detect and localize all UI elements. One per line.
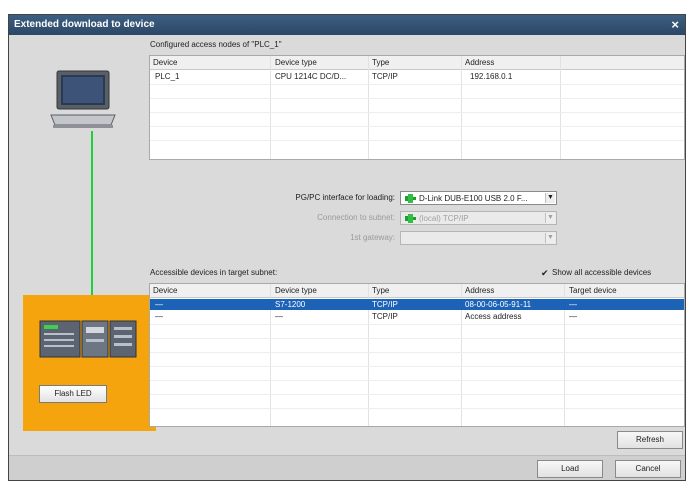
dialog-body: Flash LED Configured access nodes of "PL… <box>9 35 685 455</box>
table-row-selected[interactable]: — S7-1200 TCP/IP 08-00-06-05-91-11 — <box>150 299 684 310</box>
checkmark-icon: ✔ <box>541 268 549 278</box>
network-plug-icon <box>405 214 416 223</box>
cell-device-type: S7-1200 <box>275 300 306 309</box>
cancel-button[interactable]: Cancel <box>615 460 681 478</box>
cell-target-device: — <box>569 300 577 309</box>
cell-address: 192.168.0.1 <box>470 72 513 81</box>
chevron-down-icon: ▼ <box>545 193 555 203</box>
pc-icon <box>50 70 116 128</box>
accessible-devices-table: Device Device type Type Address Target d… <box>149 283 685 427</box>
title-bar: Extended download to device × <box>9 15 685 35</box>
cell-type: TCP/IP <box>372 312 398 321</box>
cell-device: — <box>155 300 163 309</box>
column-header-device-type: Device type <box>275 286 317 295</box>
load-button[interactable]: Load <box>537 460 603 478</box>
cell-address: 08-00-06-05-91-11 <box>465 300 532 309</box>
cell-address: Access address <box>465 312 522 321</box>
table-row[interactable]: PLC_1 CPU 1214C DC/D... TCP/IP 192.168.0… <box>150 71 684 82</box>
refresh-button[interactable]: Refresh <box>617 431 683 449</box>
column-header-address: Address <box>465 286 495 295</box>
cell-device: — <box>155 312 163 321</box>
cell-device-type: CPU 1214C DC/D... <box>275 72 347 81</box>
column-header-device-type: Device type <box>275 58 317 67</box>
chevron-down-icon: ▼ <box>545 233 555 243</box>
cell-type: TCP/IP <box>372 72 398 81</box>
dialog-title: Extended download to device <box>14 19 155 30</box>
table-header <box>150 56 684 70</box>
subnet-value: (local) TCP/IP <box>419 214 469 223</box>
subnet-label: Connection to subnet: <box>317 213 395 222</box>
close-icon[interactable]: × <box>671 17 679 32</box>
column-header-type: Type <box>372 286 390 295</box>
column-header-device: Device <box>153 58 178 67</box>
cell-type: TCP/IP <box>372 300 398 309</box>
flash-led-button[interactable]: Flash LED <box>39 385 107 403</box>
cell-target-device: — <box>569 312 577 321</box>
subnet-select[interactable]: (local) TCP/IP ▼ <box>400 211 557 225</box>
pgpc-interface-value: D-Link DUB-E100 USB 2.0 F... <box>419 194 528 203</box>
configured-nodes-label: Configured access nodes of "PLC_1" <box>150 40 282 49</box>
dialog-footer: Load Cancel <box>9 455 685 480</box>
accessible-devices-label: Accessible devices in target subnet: <box>150 268 278 277</box>
pgpc-interface-label: PG/PC interface for loading: <box>295 193 395 202</box>
cell-device-type: — <box>275 312 283 321</box>
column-header-type: Type <box>372 58 390 67</box>
table-row[interactable]: — — TCP/IP Access address — <box>150 311 684 322</box>
network-link-line <box>91 131 93 316</box>
cell-device: PLC_1 <box>155 72 180 81</box>
pgpc-interface-select[interactable]: D-Link DUB-E100 USB 2.0 F... ▼ <box>400 191 557 205</box>
dialog-window: Extended download to device × Flash LED … <box>8 14 686 481</box>
gateway-label: 1st gateway: <box>350 233 395 242</box>
show-all-devices-checkbox[interactable]: ✔ Show all accessible devices <box>541 268 651 278</box>
column-header-target-device: Target device <box>569 286 617 295</box>
column-header-address: Address <box>465 58 495 67</box>
show-all-devices-label: Show all accessible devices <box>552 268 652 277</box>
configured-nodes-table: Device Device type Type Address PLC_1 CP… <box>149 55 685 160</box>
gateway-select[interactable]: ▼ <box>400 231 557 245</box>
target-device-panel: Flash LED <box>23 295 156 431</box>
column-header-device: Device <box>153 286 178 295</box>
plc-icon <box>39 320 137 358</box>
chevron-down-icon: ▼ <box>545 213 555 223</box>
network-plug-icon <box>405 194 416 203</box>
